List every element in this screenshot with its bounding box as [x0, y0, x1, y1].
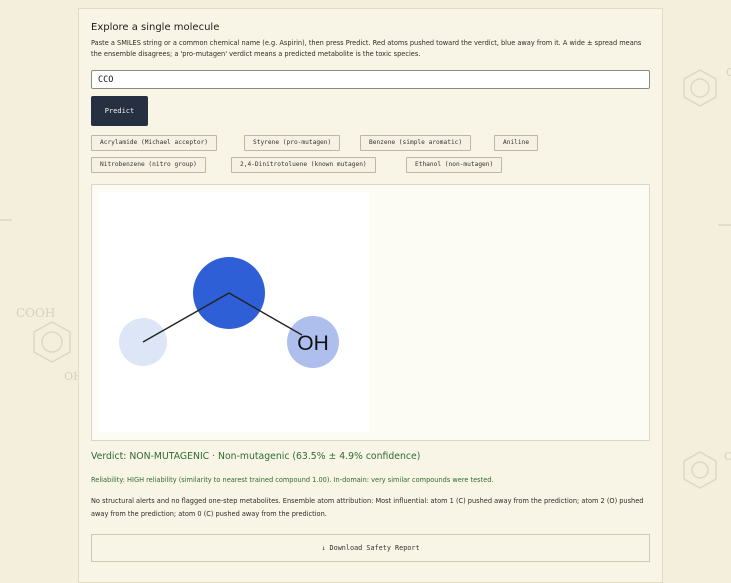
example-chip-nitrobenzene[interactable]: Nitrobenzene (nitro group) [91, 157, 206, 173]
atom-oh-label: OH [297, 332, 329, 355]
card-description: Paste a SMILES string or a common chemic… [91, 39, 642, 58]
card-title: Explore a single molecule [91, 22, 220, 33]
download-arrow-icon: ↓ [321, 544, 326, 552]
bg-label-oh-3: OH [726, 66, 731, 79]
predict-button[interactable]: Predict [91, 96, 148, 126]
download-safety-report-button[interactable]: ↓ Download Safety Report [91, 534, 650, 562]
verdict-text: Verdict: NON-MUTAGENIC · Non-mutagenic (… [91, 451, 421, 462]
example-chip-styrene[interactable]: Styrene (pro-mutagen) [244, 135, 341, 151]
example-chip-ethanol[interactable]: Ethanol (non-mutagen) [406, 157, 503, 173]
smiles-input[interactable] [91, 70, 650, 89]
example-chip-aniline[interactable]: Aniline [494, 135, 539, 151]
example-chip-benzene[interactable]: Benzene (simple aromatic) [360, 135, 472, 151]
bg-label-oh-4: OH [724, 450, 731, 463]
reliability-text: Reliability: HIGH reliability (similarit… [91, 476, 494, 484]
explore-molecule-card: Explore a single molecule Paste a SMILES… [78, 8, 663, 583]
molecule-drawing: OH [99, 192, 369, 432]
example-chip-acrylamide[interactable]: Acrylamide (Michael acceptor) [91, 135, 218, 151]
download-button-label: Download Safety Report [329, 544, 420, 552]
attribution-notes: No structural alerts and no flagged one-… [91, 497, 644, 518]
bg-label-cooh: COOH [16, 306, 55, 320]
molecule-viewer: OH [91, 184, 650, 441]
example-chip-dinitrotoluene[interactable]: 2,4-Dinitrotoluene (known mutagen) [231, 157, 376, 173]
